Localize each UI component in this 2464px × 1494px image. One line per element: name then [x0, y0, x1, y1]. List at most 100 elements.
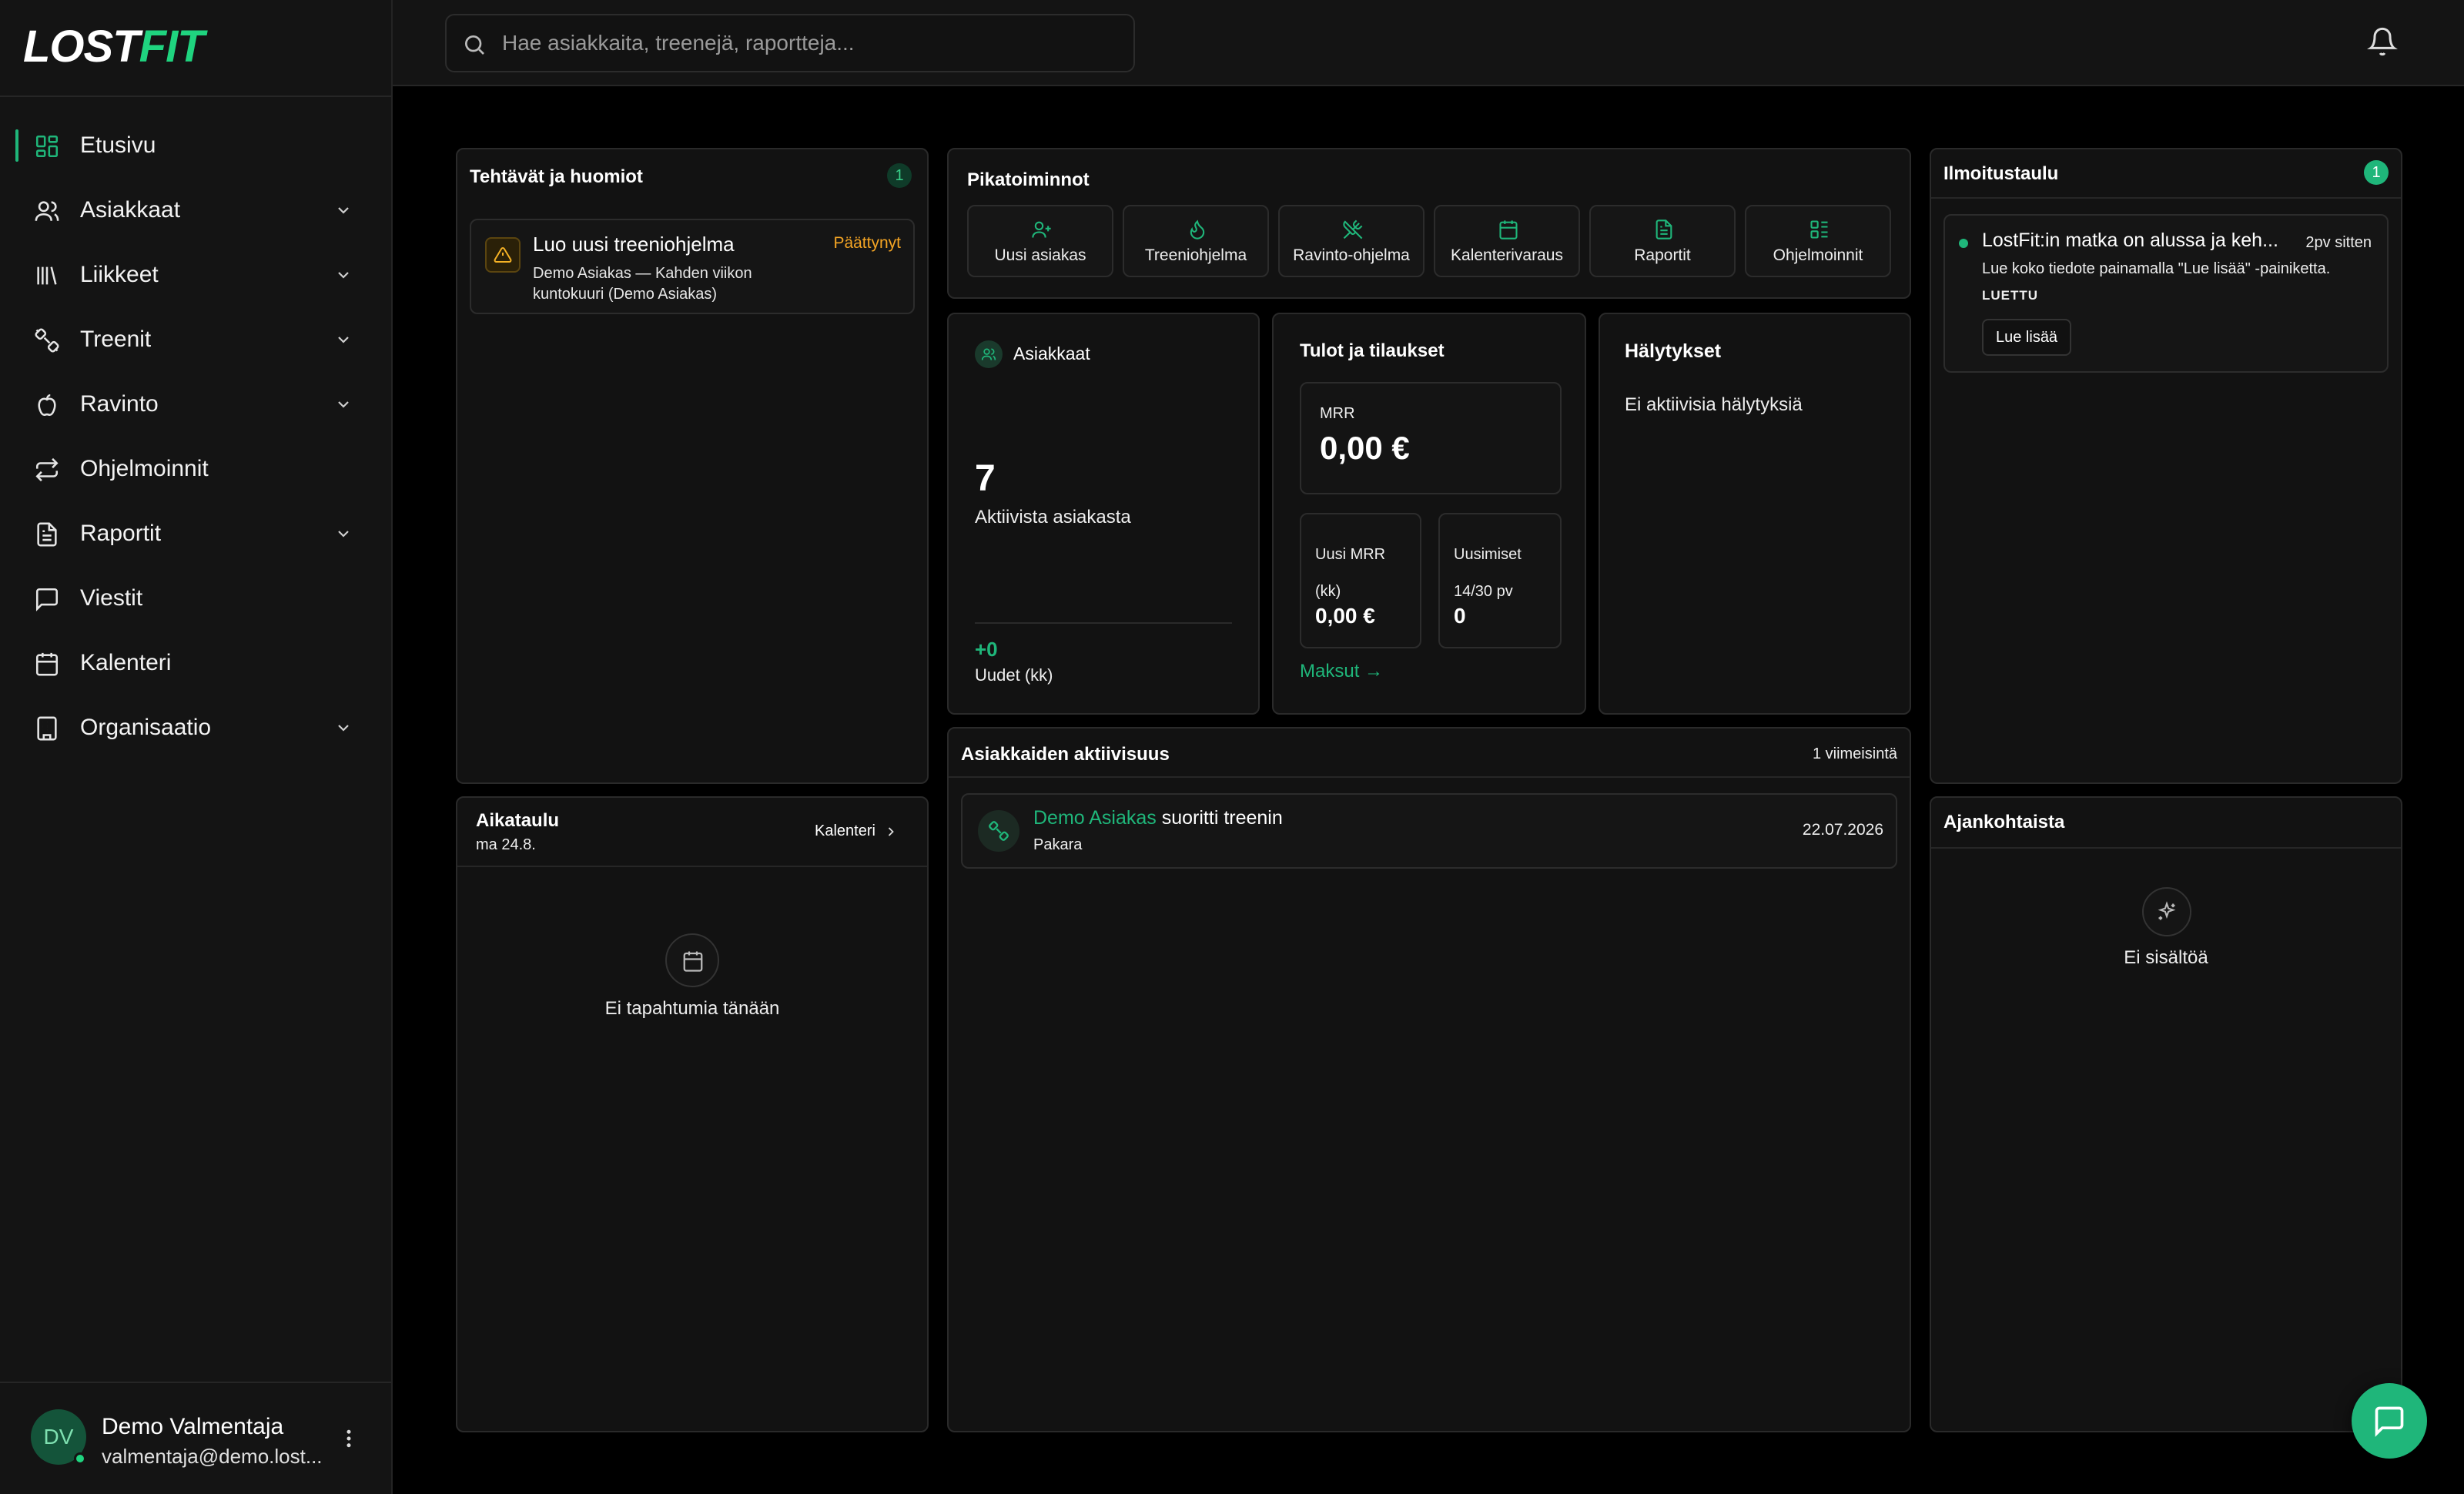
unread-dot — [1959, 239, 1968, 248]
new-clients-delta: +0 — [975, 638, 998, 661]
task-item[interactable]: Luo uusi treeniohjelma Päättynyt Demo As… — [470, 219, 915, 314]
chevron-down-icon[interactable] — [334, 719, 353, 737]
sidebar-item-label: Liikkeet — [80, 262, 159, 287]
sidebar-item-label: Ohjelmoinnit — [80, 456, 209, 481]
renewals-box: Uusimiset 14/30 pv 0 — [1438, 513, 1562, 648]
user-email: valmentaja@demo.lost... — [102, 1445, 323, 1468]
notifications-bell-icon[interactable] — [2367, 26, 2398, 57]
clients-stat-title: Asiakkaat — [1013, 343, 1090, 363]
activity-client-link[interactable]: Demo Asiakas — [1033, 807, 1157, 829]
calendar-link[interactable]: Kalenteri — [815, 822, 899, 840]
chevron-down-icon[interactable] — [334, 395, 353, 414]
chevron-down-icon[interactable] — [334, 201, 353, 219]
new-mrr-box: Uusi MRR (kk) 0,00 € — [1300, 513, 1421, 648]
mrr-label: MRR — [1320, 405, 1355, 422]
sidebar-item-liikkeet[interactable]: Liikkeet — [0, 248, 391, 302]
flame-icon — [1190, 219, 1205, 240]
new-mrr-label: Uusi MRR (kk) — [1315, 546, 1386, 600]
sidebar-item-ravinto[interactable]: Ravinto — [0, 377, 391, 431]
quick-action-programs[interactable]: Ohjelmoinnit — [1745, 205, 1891, 277]
online-status-dot — [74, 1452, 86, 1465]
report-icon — [37, 522, 57, 547]
alerts-empty-text: Ei aktiivisia hälytyksiä — [1625, 394, 1803, 415]
active-clients-caption: Aktiivista asiakasta — [975, 507, 1131, 528]
calendar-icon — [665, 933, 719, 987]
sidebar-item-label: Organisaatio — [80, 715, 212, 740]
chevron-down-icon[interactable] — [334, 266, 353, 284]
sidebar-item-asiakkaat[interactable]: Asiakkaat — [0, 183, 391, 237]
quick-action-calendar-booking[interactable]: Kalenterivaraus — [1434, 205, 1580, 277]
chevron-down-icon[interactable] — [334, 524, 353, 543]
search-box[interactable] — [445, 14, 1135, 72]
sidebar-item-label: Ravinto — [80, 391, 159, 417]
quick-action-label: Kalenterivaraus — [1451, 246, 1563, 264]
sidebar-item-viestit[interactable]: Viestit — [0, 571, 391, 625]
tasks-title: Tehtävät ja huomiot — [470, 166, 643, 187]
quick-actions-card: Pikatoiminnot Uusi asiakas Treeniohjelma… — [947, 148, 1911, 299]
sidebar-item-treenit[interactable]: Treenit — [0, 313, 391, 367]
clients-stat-card[interactable]: Asiakkaat 7 Aktiivista asiakasta +0 Uude… — [947, 313, 1260, 715]
tasks-count-badge: 1 — [887, 163, 912, 188]
quick-action-nutrition-program[interactable]: Ravinto-ohjelma — [1278, 205, 1424, 277]
message-icon — [2375, 1406, 2404, 1437]
chat-button[interactable] — [2352, 1383, 2427, 1459]
apple-icon — [38, 394, 56, 417]
activity-text: Demo Asiakas suoritti treenin — [1033, 807, 1283, 829]
renewals-value: 0 — [1454, 604, 1466, 628]
news-empty-text: Ei sisältöä — [2124, 947, 2208, 968]
read-more-button[interactable]: Lue lisää — [1982, 319, 2072, 356]
sidebar-item-label: Etusivu — [80, 132, 156, 158]
quick-action-label: Ohjelmoinnit — [1773, 246, 1863, 264]
notice-board-card: Ilmoitustaulu 1 LostFit:in matka on alus… — [1930, 148, 2402, 784]
schedule-date: ma 24.8. — [476, 836, 536, 853]
tasks-card: Tehtävät ja huomiot 1 Luo uusi treeniohj… — [456, 148, 929, 784]
user-profile[interactable]: DV Demo Valmentaja valmentaja@demo.lost.… — [0, 1382, 391, 1494]
sidebar-item-kalenteri[interactable]: Kalenteri — [0, 636, 391, 690]
card-divider — [949, 776, 1910, 778]
sidebar: LOST FIT Etusivu Asiakkaat Liikkeet Treen… — [0, 0, 393, 1494]
notice-item[interactable]: LostFit:in matka on alussa ja keh... 2pv… — [1943, 214, 2389, 373]
sidebar-item-label: Treenit — [80, 327, 152, 352]
schedule-card: Aikataulu ma 24.8. Kalenteri Ei tapahtum… — [456, 796, 929, 1432]
active-indicator — [15, 129, 18, 162]
sidebar-item-raportit[interactable]: Raportit — [0, 507, 391, 561]
sidebar-item-label: Kalenteri — [80, 650, 172, 675]
quick-action-reports[interactable]: Raportit — [1589, 205, 1736, 277]
chevron-down-icon[interactable] — [334, 330, 353, 349]
activity-detail: Pakara — [1033, 836, 1083, 853]
user-plus-icon — [1032, 221, 1051, 238]
notice-item-body: Lue koko tiedote painamalla "Lue lisää" … — [1982, 260, 2331, 277]
avatar: DV — [31, 1409, 86, 1465]
activity-date: 22.07.2026 — [1802, 821, 1883, 839]
sidebar-item-ohjelmoinnit[interactable]: Ohjelmoinnit — [0, 442, 391, 496]
dashboard-icon — [35, 135, 59, 158]
sidebar-item-etusivu[interactable]: Etusivu — [0, 119, 391, 173]
lostfit-logo[interactable]: LOST FIT — [23, 21, 205, 72]
quick-action-training-program[interactable]: Treeniohjelma — [1123, 205, 1269, 277]
quick-action-label: Ravinto-ohjelma — [1293, 246, 1410, 264]
logo-text-lost: LOST — [23, 21, 140, 72]
sidebar-divider — [0, 95, 391, 97]
notice-board-title: Ilmoitustaulu — [1943, 163, 2059, 184]
revenue-card: Tulot ja tilaukset MRR 0,00 € Uusi MRR (… — [1272, 313, 1586, 715]
notice-read-tag: LUETTU — [1982, 288, 2039, 303]
activity-row[interactable]: Demo Asiakas suoritti treenin Pakara 22.… — [961, 793, 1897, 869]
payments-link[interactable]: Maksut → — [1300, 661, 1383, 682]
revenue-title: Tulot ja tilaukset — [1300, 340, 1445, 361]
mrr-value: 0,00 € — [1320, 430, 1410, 466]
sidebar-item-label: Raportit — [80, 521, 162, 546]
search-input[interactable] — [502, 15, 1118, 71]
top-bar — [393, 0, 2464, 86]
message-icon — [35, 588, 59, 611]
users-icon — [975, 340, 1003, 368]
new-mrr-value: 0,00 € — [1315, 604, 1375, 628]
calendar-icon — [1499, 220, 1518, 240]
more-vertical-icon[interactable] — [337, 1423, 360, 1454]
users-icon — [35, 201, 59, 221]
search-icon — [465, 35, 484, 55]
quick-actions-title: Pikatoiminnot — [967, 169, 1090, 190]
avatar-initials: DV — [43, 1425, 74, 1449]
quick-action-new-client[interactable]: Uusi asiakas — [967, 205, 1113, 277]
schedule-empty-text: Ei tapahtumia tänään — [604, 998, 780, 1019]
sidebar-item-organisaatio[interactable]: Organisaatio — [0, 701, 391, 755]
